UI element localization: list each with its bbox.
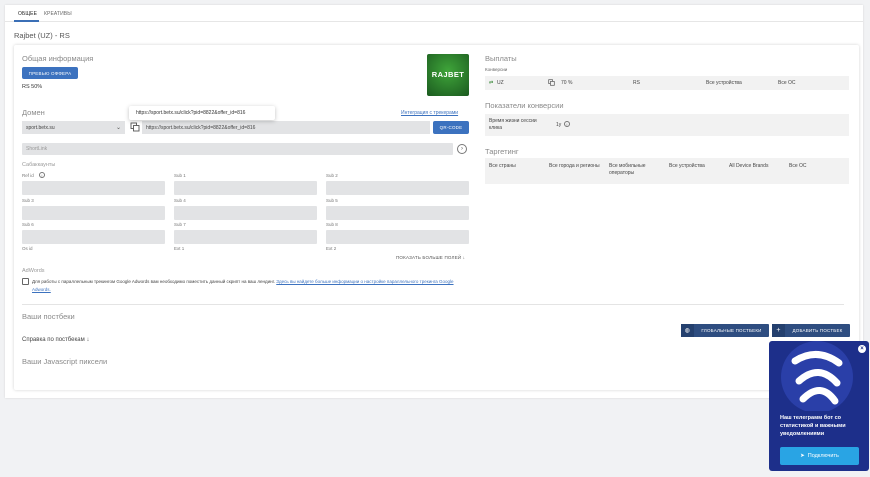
sub-label-4: Sub 4 <box>174 198 186 203</box>
plus-icon: + <box>772 324 785 337</box>
telegram-icon: ➤ <box>800 453 805 459</box>
targeting-devices: Все устройства <box>669 163 705 169</box>
integration-link[interactable]: Интеграция с трекерами <box>401 110 458 116</box>
targeting-os: Все ОС <box>789 163 807 169</box>
conversion-heading: Показатели конверсии <box>485 101 564 110</box>
bot-logo-icon <box>781 341 853 413</box>
preview-offer-button[interactable]: ПРЕВЬЮ ОФФЕРА <box>22 67 78 79</box>
logo-text: RAJBET <box>431 70 465 79</box>
active-tab-indicator <box>14 20 39 22</box>
sub-label-ref-id: Ref id <box>22 173 34 178</box>
divider <box>22 304 844 305</box>
chevron-down-icon: ⌄ <box>115 125 121 131</box>
copy-icon[interactable] <box>130 122 140 132</box>
sub-label-7: Sub 7 <box>174 222 186 227</box>
arrow-right-icon[interactable]: › <box>457 144 467 154</box>
adwords-checkbox[interactable] <box>22 278 29 285</box>
info-icon[interactable]: i <box>39 172 45 178</box>
postbacks-help-link[interactable]: Справка по постбекам ↓ <box>22 337 89 343</box>
domain-heading: Домен <box>22 108 45 117</box>
conversion-value: 1y <box>556 122 562 128</box>
sub4-input[interactable] <box>174 206 317 220</box>
info-icon[interactable]: i <box>564 121 570 127</box>
targeting-brands: All Device Brands <box>729 163 769 169</box>
sub-label-3: Sub 3 <box>22 198 34 203</box>
payouts-sub: Конверсии <box>485 67 508 72</box>
offer-logo: RAJBET <box>427 54 469 96</box>
targeting-operators: Все мобильные операторы <box>609 163 646 176</box>
show-more-label: ПОКАЗАТЬ БОЛЬШЕ ПОЛЕЙ <box>396 255 462 260</box>
sub-label-2: Sub 2 <box>326 173 338 178</box>
page-title: Rajbet (UZ) - RS <box>14 31 70 40</box>
global-postbacks-button[interactable]: ◍ ГЛОБАЛЬНЫЕ ПОСТБЕКИ <box>681 324 769 337</box>
general-heading: Общая информация <box>22 54 94 63</box>
domain-select-value: sport.betx.su <box>26 124 55 131</box>
sub2-input[interactable] <box>326 181 469 195</box>
arrow-down-icon: ↓ <box>462 255 466 260</box>
adwords-text: Для работы с параллельным трекингом Goog… <box>32 279 275 284</box>
sub1-input[interactable] <box>174 181 317 195</box>
qr-code-button[interactable]: QR-CODE <box>433 121 469 134</box>
payout-os: Все ОС <box>778 80 796 86</box>
tracking-url-field[interactable]: https://sport.betx.su/click?pid=8822&off… <box>142 121 430 134</box>
payout-rate: 70 % <box>561 80 573 86</box>
url-tooltip: https://sport.betx.su/click?pid=8822&off… <box>129 106 275 120</box>
shortlink-field[interactable]: ShortLink <box>22 143 453 155</box>
os-id-label: Os id <box>22 246 33 251</box>
sub-label-8: Sub 8 <box>326 222 338 227</box>
sub3-input[interactable] <box>22 206 165 220</box>
js-pixels-heading: Ваши Javascript пиксели <box>22 357 108 366</box>
ext2-label: Ext 2 <box>326 246 337 251</box>
conversion-label: Время жизни сессии клика <box>489 118 537 131</box>
sub-label-5: Sub 5 <box>326 198 338 203</box>
tab-creatives[interactable]: КРЕАТИВЫ <box>44 11 72 17</box>
add-postback-button[interactable]: + ДОБАВИТЬ ПОСТБЕК <box>772 324 850 337</box>
sub8-input[interactable] <box>326 230 469 244</box>
targeting-cities: Все города и регионы <box>549 163 600 169</box>
domain-select[interactable]: sport.betx.su ⌄ <box>22 121 125 134</box>
targeting-countries: Все страны <box>489 163 516 169</box>
targeting-row <box>485 158 849 184</box>
globe-icon: ◍ <box>681 324 694 337</box>
postbacks-help-label: Справка по постбекам <box>22 337 85 343</box>
sub6-input[interactable] <box>22 230 165 244</box>
close-icon[interactable]: × <box>858 345 866 353</box>
targeting-heading: Таргетинг <box>485 147 519 156</box>
sub5-input[interactable] <box>326 206 469 220</box>
sub-label-6: Sub 6 <box>22 222 34 227</box>
postbacks-heading: Ваши постбеки <box>22 312 75 321</box>
payout-country: UZ <box>497 80 504 86</box>
ext1-label: Ext 1 <box>174 246 185 251</box>
payout-type: RS <box>633 80 640 86</box>
popup-text: Наш телеграмм бот со статистикой и важны… <box>780 415 846 437</box>
tabs-bar <box>5 5 863 22</box>
add-postback-label: ДОБАВИТЬ ПОСТБЕК <box>792 328 843 333</box>
swap-icon: ⇄ <box>489 80 494 86</box>
payout-devices: Все устройства <box>706 80 742 86</box>
ref-id-input[interactable] <box>22 181 165 195</box>
arrow-down-icon: ↓ <box>86 337 90 343</box>
sub7-input[interactable] <box>174 230 317 244</box>
rs-text: RS 50% <box>22 84 43 90</box>
adwords-heading: AdWords <box>22 268 45 274</box>
global-postbacks-label: ГЛОБАЛЬНЫЕ ПОСТБЕКИ <box>701 328 762 333</box>
copy-icon <box>548 79 555 88</box>
payouts-heading: Выплаты <box>485 54 517 63</box>
sub-label-1: Sub 1 <box>174 173 186 178</box>
tab-general[interactable]: ОБЩЕЕ <box>18 11 37 17</box>
adwords-description: Для работы с параллельным трекингом Goog… <box>32 278 462 294</box>
show-more-fields-button[interactable]: ПОКАЗАТЬ БОЛЬШЕ ПОЛЕЙ ↓ <box>396 255 465 260</box>
connect-button[interactable]: ➤ Подключить <box>780 447 859 465</box>
connect-label: Подключить <box>807 453 839 459</box>
subaccounts-heading: Сабаккаунты <box>22 162 56 168</box>
